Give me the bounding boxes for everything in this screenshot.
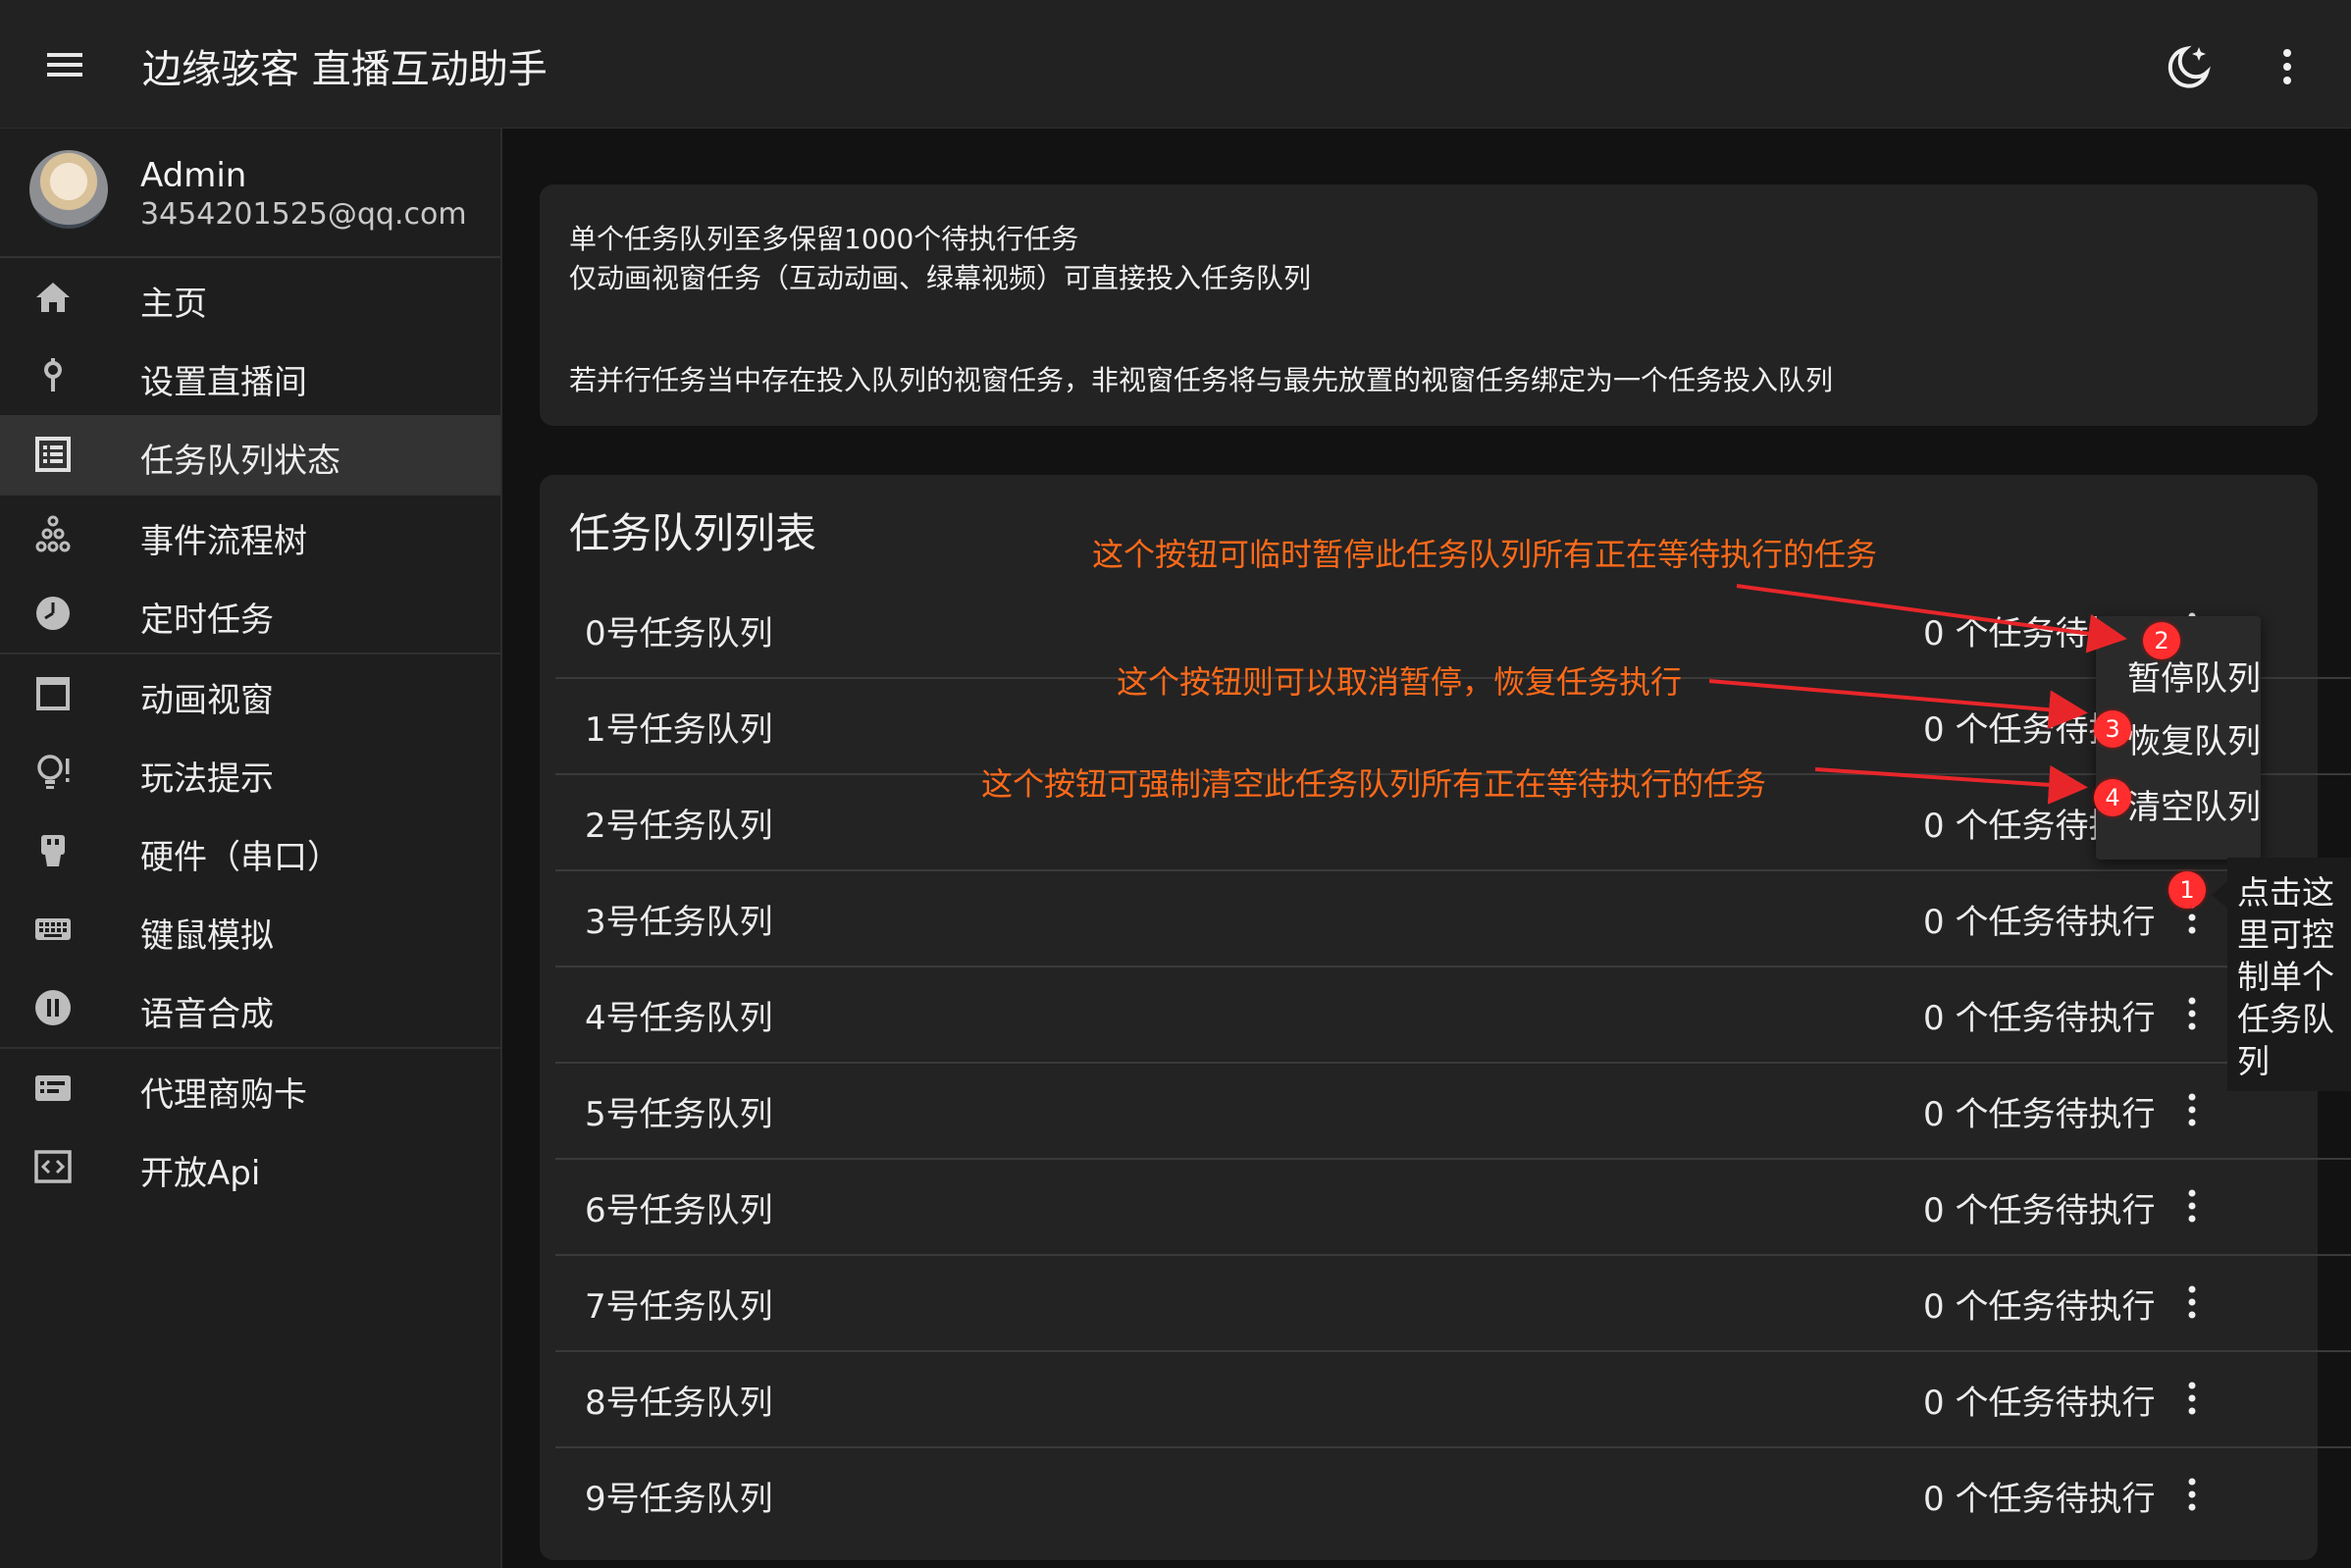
more-vert-icon[interactable] [2182, 1376, 2202, 1421]
section-title: 任务队列列表 [569, 509, 817, 557]
sidebar-item-label: 开放Api [140, 1154, 261, 1193]
annotation-clear: 这个按钮可强制清空此任务队列所有正在等待执行的任务 [981, 765, 1767, 803]
sidebar-item-hardware-serial[interactable]: 硬件（串口） [0, 811, 500, 890]
queue-name: 2号任务队列 [585, 807, 773, 846]
sidebar-item-scheduled-tasks[interactable]: 定时任务 [0, 574, 500, 653]
queue-row: 9号任务队列 0 个任务待执行 [555, 1446, 2351, 1542]
profile-email: 3454201525@qq.com [140, 197, 467, 232]
annotation-badge: 4 [2094, 779, 2131, 816]
queue-name: 4号任务队列 [585, 999, 773, 1038]
more-vert-icon[interactable] [2182, 1472, 2202, 1517]
info-card: 单个任务队列至多保留1000个待执行任务 仅动画视窗任务（互动动画、绿幕视频）可… [540, 184, 2318, 426]
sidebar-item-keyboard-mouse[interactable]: 键鼠模拟 [0, 890, 500, 968]
more-vert-icon[interactable] [2274, 41, 2300, 92]
queue-name: 6号任务队列 [585, 1191, 773, 1230]
sidebar-item-label: 设置直播间 [140, 363, 307, 402]
sidebar-item-label: 键鼠模拟 [140, 916, 274, 956]
tooltip: 点击这里可控制单个任务队列 [2227, 858, 2351, 1091]
sidebar-item-label: 代理商购卡 [140, 1075, 307, 1115]
list-icon [35, 437, 71, 472]
queue-row: 4号任务队列 0 个任务待执行 [555, 966, 2351, 1064]
annotation-pause: 这个按钮可临时暂停此任务队列所有正在等待执行的任务 [1092, 536, 1878, 573]
queue-pending-count: 0 个任务待执行 [1923, 1191, 2156, 1230]
annotation-badge: 3 [2094, 710, 2131, 748]
sidebar: Admin 3454201525@qq.com 主页 设置直播间 任务队列状态 … [0, 129, 502, 1568]
more-vert-icon[interactable] [2182, 1087, 2202, 1132]
pause-queue-menu-item[interactable]: 暂停队列 [2127, 652, 2261, 700]
sidebar-item-agent-cards[interactable]: 代理商购卡 [0, 1049, 500, 1127]
sidebar-item-speech-synthesis[interactable]: 语音合成 [0, 968, 500, 1047]
queue-name: 7号任务队列 [585, 1287, 773, 1327]
info-line: 单个任务队列至多保留1000个待执行任务 [569, 223, 1079, 255]
hamburger-icon[interactable] [41, 41, 88, 88]
lightbulb-icon [37, 755, 70, 789]
sidebar-item-label: 语音合成 [140, 995, 274, 1034]
profile-name: Admin [140, 156, 247, 195]
app-title: 边缘骇客 直播互动助手 [142, 47, 548, 92]
sidebar-item-room-settings[interactable]: 设置直播间 [0, 337, 500, 415]
sidebar-item-label: 玩法提示 [140, 759, 274, 799]
queue-name: 8号任务队列 [585, 1384, 773, 1423]
code-icon [34, 1150, 72, 1183]
more-vert-icon[interactable] [2182, 1280, 2202, 1325]
queue-name: 3号任务队列 [585, 903, 773, 942]
queue-name: 9号任务队列 [585, 1480, 773, 1519]
tree-icon [35, 515, 71, 552]
tooltip-arrow [2212, 881, 2227, 909]
info-line: 若并行任务当中存在投入队列的视窗任务，非视窗任务将与最先放置的视窗任务绑定为一个… [569, 364, 1834, 396]
moon-star-icon[interactable] [2164, 41, 2215, 92]
queue-pending-count: 0 个任务待执行 [1923, 1384, 2156, 1423]
queue-list-card: 任务队列列表 0号任务队列 0 个任务待执行 1号任务队列 0 个任务待执行 2号任务队… [540, 475, 2351, 1560]
queue-pending-count: 0 个任务待执行 [1923, 999, 2156, 1038]
sidebar-item-label: 硬件（串口） [140, 838, 340, 877]
annotation-badge: 2 [2143, 622, 2180, 659]
sidebar-item-label: 事件流程树 [140, 522, 307, 561]
annotation-resume: 这个按钮则可以取消暂停，恢复任务执行 [1117, 663, 1683, 701]
queue-row: 3号任务队列 0 个任务待执行 [555, 869, 2351, 967]
info-line: 仅动画视窗任务（互动动画、绿幕视频）可直接投入任务队列 [569, 262, 1312, 294]
clear-queue-menu-item[interactable]: 清空队列 [2127, 780, 2261, 828]
sidebar-nav: 主页 设置直播间 任务队列状态 事件流程树 定时任务 动画视窗 玩法提示 硬件（… [0, 258, 500, 1206]
clock-icon [36, 597, 70, 630]
queue-name: 1号任务队列 [585, 710, 773, 750]
queue-pending-count: 0 个任务待执行 [1923, 1095, 2156, 1134]
queue-name: 0号任务队列 [585, 614, 773, 653]
sidebar-item-label: 定时任务 [140, 601, 274, 640]
home-icon [36, 283, 70, 312]
window-icon [36, 677, 70, 710]
queue-name: 5号任务队列 [585, 1095, 773, 1134]
more-vert-icon[interactable] [2182, 1183, 2202, 1228]
sidebar-item-open-api[interactable]: 开放Api [0, 1127, 500, 1206]
keyboard-icon [35, 918, 71, 940]
usb-icon [41, 835, 65, 866]
queue-row: 5号任务队列 0 个任务待执行 [555, 1062, 2351, 1160]
queue-row: 7号任务队列 0 个任务待执行 [555, 1254, 2351, 1352]
sidebar-item-label: 动画视窗 [140, 681, 274, 720]
sidebar-item-animation-window[interactable]: 动画视窗 [0, 654, 500, 733]
resume-queue-menu-item[interactable]: 恢复队列 [2127, 714, 2261, 762]
sidebar-item-gameplay-tips[interactable]: 玩法提示 [0, 733, 500, 811]
sidebar-item-label: 主页 [140, 285, 207, 324]
queue-pending-count: 0 个任务待执行 [1923, 1287, 2156, 1327]
sidebar-item-home[interactable]: 主页 [0, 258, 500, 337]
avatar [29, 150, 108, 229]
queue-pending-count: 0 个任务待执行 [1923, 903, 2156, 942]
queue-pending-count: 0 个任务待执行 [1923, 1480, 2156, 1519]
sidebar-item-event-tree[interactable]: 事件流程树 [0, 496, 500, 574]
sidebar-item-label: 任务队列状态 [140, 442, 340, 481]
annotation-badge: 1 [2168, 871, 2206, 909]
user-profile[interactable]: Admin 3454201525@qq.com [0, 129, 500, 258]
sidebar-item-queue-status[interactable]: 任务队列状态 [0, 415, 500, 494]
key-icon [44, 358, 62, 392]
queue-row: 8号任务队列 0 个任务待执行 [555, 1350, 2351, 1448]
voice-icon [35, 990, 71, 1025]
app-bar: 边缘骇客 直播互动助手 [0, 0, 2351, 129]
card-icon [35, 1075, 71, 1101]
more-vert-icon[interactable] [2182, 991, 2202, 1036]
queue-row: 6号任务队列 0 个任务待执行 [555, 1158, 2351, 1256]
